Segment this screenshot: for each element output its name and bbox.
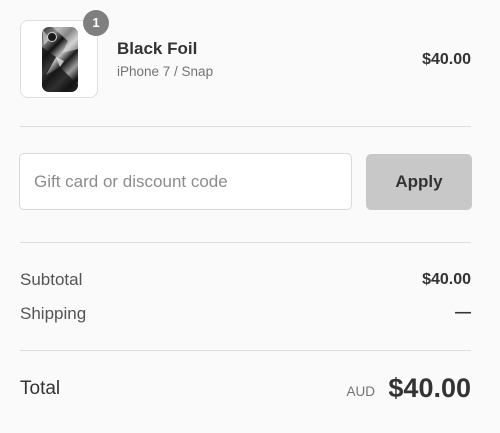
currency-code: AUD bbox=[346, 384, 375, 399]
apply-button[interactable]: Apply bbox=[366, 154, 472, 210]
divider bbox=[20, 126, 471, 127]
subtotal-label: Subtotal bbox=[20, 270, 83, 289]
discount-code-input[interactable] bbox=[19, 153, 352, 210]
camera-icon bbox=[47, 32, 57, 42]
shipping-value: — bbox=[455, 304, 471, 321]
phone-case-image bbox=[42, 27, 78, 92]
quantity-badge: 1 bbox=[83, 10, 109, 36]
product-variant: iPhone 7 / Snap bbox=[117, 64, 214, 79]
subtotal-value: $40.00 bbox=[422, 271, 471, 288]
product-name: Black Foil bbox=[117, 39, 198, 58]
divider bbox=[20, 350, 471, 351]
total-value: $40.00 bbox=[388, 373, 471, 403]
product-thumbnail: 1 bbox=[20, 10, 109, 98]
divider bbox=[20, 242, 471, 243]
cart-line-item: 1 Black Foil iPhone 7 / Snap $40.00 bbox=[20, 10, 471, 100]
shipping-label: Shipping bbox=[20, 304, 87, 323]
total-label: Total bbox=[20, 378, 61, 399]
product-price: $40.00 bbox=[422, 51, 471, 68]
